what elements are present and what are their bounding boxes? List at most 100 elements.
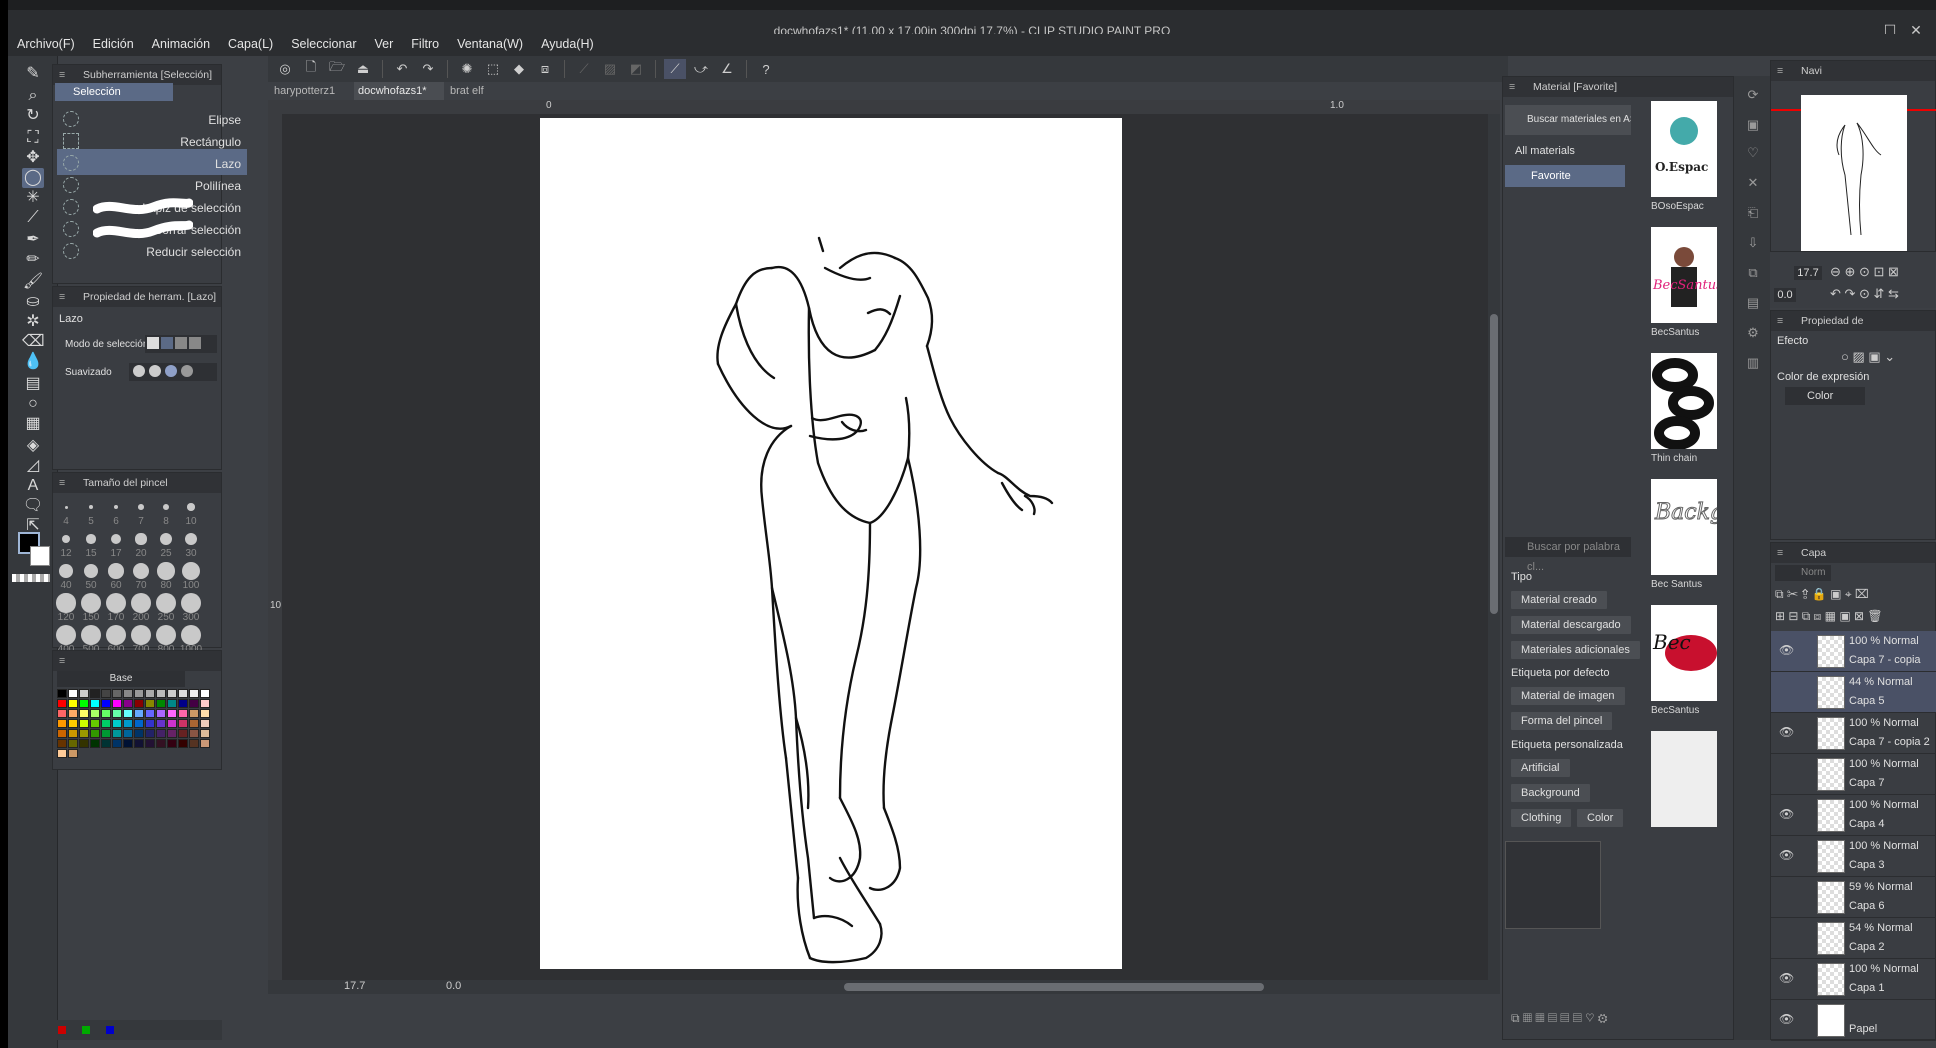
tab-brat-elf[interactable]: brat elf (446, 82, 526, 100)
tag-artificial[interactable]: Artificial (1511, 759, 1570, 777)
menu-animacion[interactable]: Animación (143, 34, 219, 56)
eraser-icon[interactable]: ⌫ (22, 332, 45, 352)
color-swatch[interactable] (90, 699, 100, 708)
color-swatch[interactable] (134, 689, 144, 698)
color-swatch[interactable] (101, 719, 111, 728)
color-swatch[interactable] (79, 709, 89, 718)
color-swatch[interactable] (90, 719, 100, 728)
color-swatch[interactable] (167, 709, 177, 718)
redo-icon[interactable]: ↷ (417, 59, 439, 79)
text-icon[interactable]: A (22, 476, 44, 496)
color-swatch[interactable] (167, 689, 177, 698)
color-swatch[interactable] (57, 729, 67, 738)
undo-icon[interactable]: ↶ (391, 59, 413, 79)
brush-size-dot[interactable] (132, 562, 150, 580)
color-swatch[interactable] (112, 739, 122, 748)
color-swatch[interactable] (123, 699, 133, 708)
material-thumb[interactable]: BecSantus (1651, 227, 1717, 323)
tag-material-creado[interactable]: Material creado (1511, 591, 1607, 609)
color-swatch[interactable] (123, 689, 133, 698)
document-canvas[interactable] (540, 118, 1122, 969)
color-swatch[interactable] (123, 729, 133, 738)
color-swatch[interactable] (57, 709, 67, 718)
color-swatch[interactable] (112, 729, 122, 738)
navigator-zoom-buttons[interactable]: ⊖ ⊕ ⊙ ⊡ ⊠ (1830, 264, 1899, 280)
brush-size-dot[interactable] (106, 593, 126, 613)
snap-ruler-icon[interactable]: ⟋ (573, 59, 595, 79)
layer-row[interactable]: 👁 100 % Normal Capa 4 (1771, 795, 1936, 836)
color-swatch[interactable] (112, 699, 122, 708)
color-swatch[interactable] (178, 709, 188, 718)
color-swatch[interactable] (145, 739, 155, 748)
color-swatch[interactable] (68, 689, 78, 698)
brush-size-dot[interactable] (181, 593, 201, 613)
eye-icon[interactable]: 👁 (1779, 971, 1794, 985)
eye-icon[interactable]: 👁 (1779, 643, 1794, 657)
pen-tool-icon[interactable]: ✎ (22, 64, 44, 84)
material-thumb[interactable]: Background (1651, 479, 1717, 575)
paste-icon[interactable]: ▤ (1742, 292, 1764, 314)
settings-icon[interactable]: ⚙ (1742, 322, 1764, 344)
color-swatch[interactable] (68, 739, 78, 748)
navigator-preview[interactable] (1801, 95, 1907, 251)
color-swatch[interactable] (145, 699, 155, 708)
brush-size-dot[interactable] (131, 593, 151, 613)
brush-size-dot[interactable] (131, 625, 151, 645)
navigator-rotate-buttons[interactable]: ↶ ↷ ⊙ ⇵ ⇆ (1830, 286, 1899, 302)
color-swatch[interactable] (112, 709, 122, 718)
frame-icon[interactable]: ▦ (22, 414, 44, 434)
layer-tool-buttons[interactable]: ⧉ ✂ ⇪ 🔒 ▣ ⌖ ⌧ (1775, 587, 1869, 602)
figure-icon[interactable]: ○ (22, 394, 44, 414)
save-icon[interactable]: ⏏ (352, 59, 374, 79)
canvas-area[interactable] (282, 114, 1500, 980)
brush-size-dot[interactable] (61, 534, 71, 544)
color-swatch[interactable] (57, 739, 67, 748)
brush-size-dot[interactable] (184, 532, 198, 546)
color-swatch[interactable] (145, 689, 155, 698)
brush-size-dot[interactable] (160, 533, 172, 545)
brush-size-dot[interactable] (108, 563, 124, 579)
color-swatch[interactable] (178, 729, 188, 738)
color-swatch[interactable] (68, 729, 78, 738)
color-swatch[interactable] (189, 729, 199, 738)
color-swatch[interactable] (112, 719, 122, 728)
color-swatch[interactable] (79, 689, 89, 698)
material-thumb[interactable]: O.Espac (1651, 101, 1717, 197)
color-swatch[interactable] (68, 749, 78, 758)
brush-size-dot[interactable] (86, 534, 96, 544)
eye-icon[interactable]: 👁 (1779, 848, 1794, 862)
color-swatch[interactable] (68, 719, 78, 728)
brush-size-dot[interactable] (89, 505, 93, 509)
color-swatch[interactable] (200, 729, 210, 738)
red-icon[interactable] (58, 1026, 66, 1034)
blend-icon[interactable]: 💧 (22, 352, 44, 372)
color-swatch[interactable] (134, 739, 144, 748)
tag-materiales-adicionales[interactable]: Materiales adicionales (1511, 641, 1640, 659)
color-swatch[interactable] (178, 739, 188, 748)
brush-size-grid[interactable]: 4 5 6 7 8 10 12 15 17 20 25 30 40 50 60 70 80 100 120 150 17… (53, 493, 213, 655)
tag-color[interactable]: Color (1577, 809, 1624, 827)
brush-size-dot[interactable] (157, 562, 175, 580)
tag-forma-pincel[interactable]: Forma del pincel (1511, 712, 1613, 730)
color-swatch[interactable] (200, 739, 210, 748)
copy-icon[interactable]: ⧉ (1742, 262, 1764, 284)
color-swatch[interactable] (156, 699, 166, 708)
eyedropper-icon[interactable]: ⟋ (22, 208, 44, 228)
color-swatch[interactable] (79, 739, 89, 748)
color-swatch[interactable] (167, 739, 177, 748)
color-swatch[interactable] (57, 719, 67, 728)
color-swatch[interactable] (57, 699, 67, 708)
menu-ayuda[interactable]: Ayuda(H) (532, 34, 603, 56)
blue-icon[interactable] (106, 1026, 114, 1034)
snap-grid-icon[interactable]: ▨ (599, 59, 621, 79)
brush-size-dot[interactable] (56, 625, 76, 645)
color-swatch[interactable] (123, 719, 133, 728)
layer-row[interactable]: 54 % Normal Capa 2 (1771, 918, 1936, 959)
color-swatch[interactable] (123, 709, 133, 718)
snap-special-icon[interactable]: ◩ (625, 59, 647, 79)
magic-wand-icon[interactable]: ✳ (22, 188, 44, 208)
color-swatch[interactable] (79, 719, 89, 728)
effect-buttons[interactable]: ○ ▨ ▣ ⌄ (1841, 349, 1895, 365)
image-icon[interactable]: ▣ (1742, 114, 1764, 136)
color-swatch[interactable] (200, 719, 210, 728)
